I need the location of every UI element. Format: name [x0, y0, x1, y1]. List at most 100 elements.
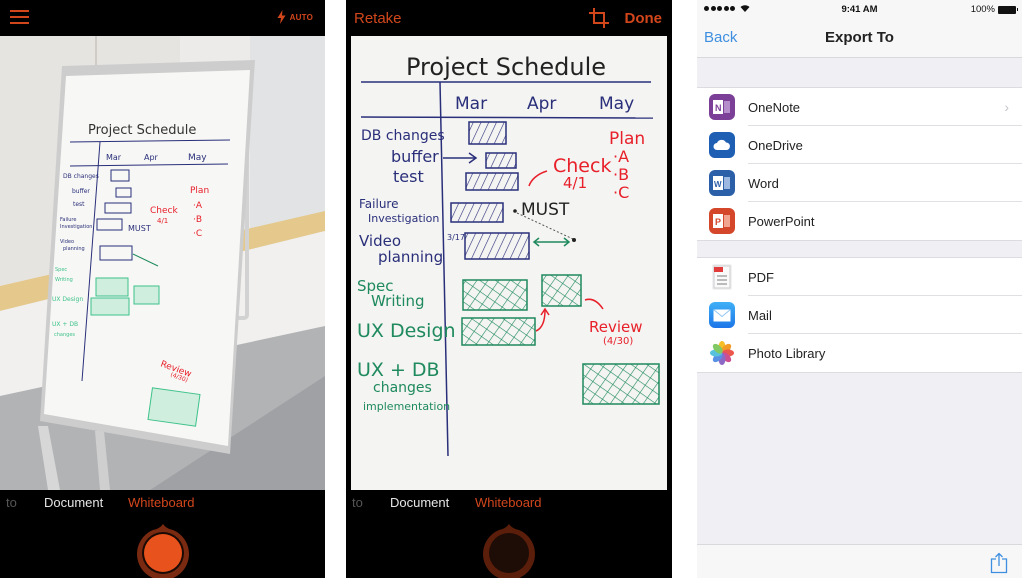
svg-text:Apr: Apr — [144, 153, 159, 162]
bottom-toolbar — [697, 544, 1022, 578]
svg-text:test: test — [73, 201, 85, 208]
plan-c: ·C — [613, 183, 629, 202]
mode-photo-partial[interactable]: to — [6, 495, 17, 510]
svg-text:buffer: buffer — [72, 188, 90, 195]
photos-icon — [709, 340, 735, 366]
export-item-mail[interactable]: Mail — [697, 296, 1022, 334]
task-label: implementation — [363, 400, 450, 413]
gantt-bar — [468, 121, 507, 145]
camera-screen: AUTO Project Schedule Mar Apr May DB cha… — [0, 0, 325, 578]
shutter-icon — [136, 524, 189, 578]
svg-text:W: W — [714, 180, 722, 189]
svg-text:Project Schedule: Project Schedule — [88, 123, 196, 138]
mode-whiteboard[interactable]: Whiteboard — [475, 495, 541, 510]
mode-document[interactable]: Document — [390, 495, 449, 510]
export-group-other: PDF Mail Photo Library — [697, 257, 1022, 373]
gantt-bar — [485, 152, 517, 169]
whiteboard-preview: Project Schedule Mar Apr May DB changes … — [351, 36, 667, 490]
nav-bar: Back Export To — [697, 20, 1022, 58]
retake-button[interactable]: Retake — [354, 10, 402, 27]
svg-text:Video: Video — [60, 239, 74, 245]
svg-text:Plan: Plan — [190, 186, 209, 196]
svg-text:DB changes: DB changes — [63, 173, 99, 180]
svg-text:planning: planning — [63, 246, 85, 252]
svg-text:Spec: Spec — [55, 267, 67, 273]
gantt-bar — [461, 317, 536, 346]
export-item-photo-library[interactable]: Photo Library — [697, 334, 1022, 372]
capture-mode-bar: to Document Whiteboard — [0, 490, 325, 578]
shutter-icon — [483, 524, 535, 578]
mode-document[interactable]: Document — [44, 495, 103, 510]
svg-text:P: P — [715, 217, 721, 227]
svg-text:Investigation: Investigation — [60, 224, 92, 230]
onedrive-icon — [709, 132, 735, 158]
camera-viewfinder[interactable]: Project Schedule Mar Apr May DB changes … — [0, 36, 325, 490]
export-item-onedrive[interactable]: OneDrive — [697, 126, 1022, 164]
review-note: Review — [589, 318, 643, 336]
export-item-label: Word — [748, 175, 779, 191]
chevron-right-icon: › — [1004, 99, 1009, 115]
export-item-powerpoint[interactable]: P PowerPoint — [697, 202, 1022, 240]
svg-text:Check: Check — [150, 206, 178, 216]
export-item-onenote[interactable]: N OneNote › — [697, 88, 1022, 126]
flash-mode-label: AUTO — [289, 12, 313, 22]
whiteboard-photo: Project Schedule Mar Apr May DB changes … — [0, 36, 325, 490]
svg-text:Failure: Failure — [60, 217, 76, 223]
task-label: Investigation — [368, 212, 439, 225]
svg-text:changes: changes — [54, 332, 75, 338]
svg-text:Mar: Mar — [106, 153, 122, 162]
export-screen: 9:41 AM 100% Back Export To N OneNote › … — [697, 0, 1022, 578]
powerpoint-icon: P — [709, 208, 735, 234]
task-label: Failure — [359, 197, 398, 211]
status-bar: 9:41 AM 100% — [697, 0, 1022, 20]
mail-icon — [709, 302, 735, 328]
plan-b: ·B — [613, 165, 629, 184]
done-button[interactable]: Done — [625, 10, 663, 27]
plan-note: Plan — [609, 129, 645, 149]
task-label: UX Design — [357, 320, 456, 342]
date-note: 3/17 — [447, 233, 465, 242]
export-item-label: PowerPoint — [748, 213, 815, 229]
task-label: planning — [378, 248, 443, 266]
battery-indicator: 100% — [970, 4, 1018, 15]
svg-text:May: May — [188, 153, 207, 163]
preview-top-bar: Retake Done — [346, 0, 672, 36]
export-item-pdf[interactable]: PDF — [697, 258, 1022, 296]
svg-text:MUST: MUST — [128, 224, 151, 233]
shutter-button[interactable] — [135, 520, 191, 578]
gantt-bar — [465, 172, 519, 191]
month-mar: Mar — [455, 94, 487, 114]
capture-mode-bar: to Document Whiteboard — [346, 490, 672, 578]
battery-icon — [998, 5, 1018, 14]
must-note: MUST — [521, 200, 570, 220]
page-title: Export To — [825, 29, 894, 46]
svg-text:N: N — [715, 103, 722, 113]
svg-text:UX + DB: UX + DB — [52, 321, 78, 328]
task-label: buffer — [391, 147, 439, 166]
month-may: May — [599, 94, 634, 114]
flash-toggle[interactable]: AUTO — [277, 10, 313, 24]
mode-photo-partial[interactable]: to — [352, 495, 363, 510]
check-date: 4/1 — [563, 174, 587, 192]
mode-whiteboard[interactable]: Whiteboard — [128, 495, 194, 510]
gantt-bar — [462, 279, 528, 311]
hamburger-icon[interactable] — [10, 9, 29, 26]
export-item-label: Mail — [748, 307, 772, 323]
task-label: changes — [373, 380, 432, 396]
crop-icon[interactable] — [588, 7, 610, 29]
share-icon[interactable] — [990, 552, 1008, 574]
task-label: test — [393, 167, 424, 186]
battery-percent: 100% — [970, 4, 995, 15]
export-group-office: N OneNote › OneDrive W Word P PowerPoint — [697, 87, 1022, 241]
svg-text:·B: ·B — [193, 215, 202, 225]
export-item-label: PDF — [748, 269, 774, 285]
gantt-bar — [450, 202, 504, 223]
lightning-icon — [277, 10, 286, 24]
export-item-label: Photo Library — [748, 345, 826, 361]
onenote-icon: N — [709, 94, 735, 120]
export-item-word[interactable]: W Word — [697, 164, 1022, 202]
preview-screen: Retake Done Project Schedule Mar Apr May — [346, 0, 672, 578]
svg-text:4/1: 4/1 — [157, 217, 168, 225]
shutter-button[interactable] — [481, 520, 537, 578]
month-apr: Apr — [527, 94, 556, 114]
